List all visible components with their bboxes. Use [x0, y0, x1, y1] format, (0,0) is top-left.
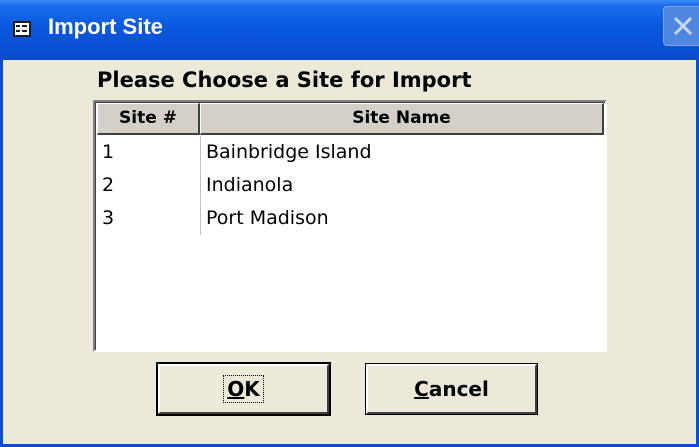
- list-item[interactable]: 2 Indianola: [96, 169, 605, 202]
- column-divider: [200, 202, 201, 235]
- window-title: Import Site: [48, 14, 163, 39]
- title-bar[interactable]: Import Site: [0, 0, 699, 60]
- ok-button[interactable]: OK: [156, 362, 331, 416]
- ok-label-rest: K: [244, 377, 260, 401]
- site-name: Bainbridge Island: [206, 141, 372, 163]
- cancel-button[interactable]: Cancel: [365, 363, 538, 415]
- list-item[interactable]: 3 Port Madison: [96, 202, 605, 235]
- site-number: 1: [102, 141, 115, 163]
- site-name: Port Madison: [206, 207, 329, 229]
- column-header-site-number[interactable]: Site #: [97, 103, 200, 135]
- listbox-content: Site # Site Name 1 Bainbridge Island 2 I…: [95, 102, 605, 350]
- cancel-label-rest: ancel: [428, 377, 489, 401]
- close-button[interactable]: [663, 6, 699, 46]
- site-number: 3: [102, 207, 115, 229]
- ok-mnemonic: O: [227, 377, 245, 401]
- import-site-dialog: Import Site Please Choose a Site for Imp…: [0, 0, 699, 447]
- close-icon: [673, 16, 693, 36]
- focus-indicator: OK: [223, 375, 264, 403]
- column-divider: [200, 136, 201, 169]
- column-divider: [200, 169, 201, 202]
- site-number: 2: [102, 174, 115, 196]
- site-name: Indianola: [206, 174, 294, 196]
- prompt-label: Please Choose a Site for Import: [97, 68, 472, 92]
- list-header: Site # Site Name: [96, 103, 605, 135]
- form-icon[interactable]: [13, 21, 31, 37]
- cancel-mnemonic: C: [414, 377, 429, 401]
- column-header-site-name[interactable]: Site Name: [200, 103, 604, 135]
- list-item[interactable]: 1 Bainbridge Island: [96, 136, 605, 169]
- site-listbox[interactable]: Site # Site Name 1 Bainbridge Island 2 I…: [93, 100, 607, 352]
